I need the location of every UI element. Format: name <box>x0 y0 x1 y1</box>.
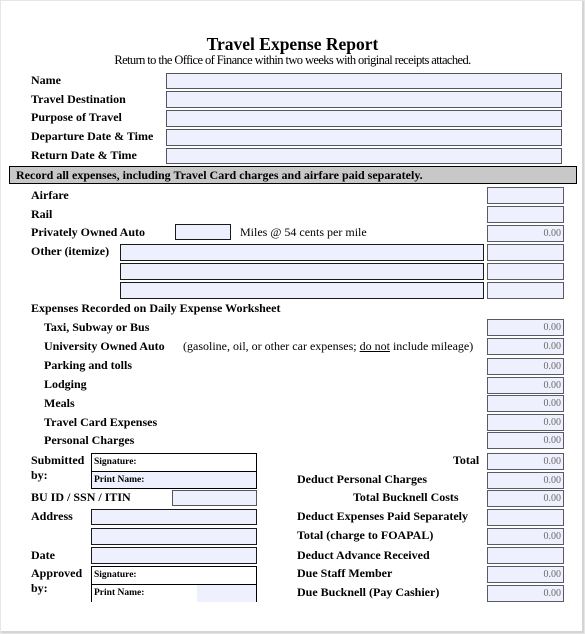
departure-field[interactable] <box>166 129 562 146</box>
university-auto-note: (gasoline, oil, or other car expenses; d… <box>183 339 473 354</box>
personal-charges-amount[interactable]: 0.00 <box>487 432 564 449</box>
total-bucknell-label: Total Bucknell Costs <box>353 490 459 504</box>
other-label: Other (itemize) <box>31 244 110 258</box>
miles-field[interactable] <box>175 224 231 240</box>
signature-label: Signature: <box>94 570 137 580</box>
total-label: Total <box>453 453 480 467</box>
id-field[interactable] <box>172 490 257 506</box>
print-name-label: Print Name: <box>94 475 145 485</box>
date-label: Date <box>31 548 55 562</box>
id-label: BU ID / SSN / ITIN <box>31 490 131 504</box>
airfare-label: Airfare <box>31 188 69 202</box>
parking-label: Parking and tolls <box>44 358 133 372</box>
worksheet-heading: Expenses Recorded on Daily Expense Works… <box>31 301 281 315</box>
other-amount-3[interactable] <box>487 282 564 299</box>
taxi-amount[interactable]: 0.00 <box>487 319 564 336</box>
lodging-amount[interactable]: 0.00 <box>487 377 564 394</box>
departure-label: Departure Date & Time <box>31 129 154 143</box>
meals-amount[interactable]: 0.00 <box>487 395 564 412</box>
other-amount-1[interactable] <box>487 244 564 261</box>
deduct-advance-amount[interactable] <box>487 547 564 564</box>
private-auto-label: Privately Owned Auto <box>31 225 145 239</box>
approver-signature-field[interactable]: Signature: <box>92 567 256 585</box>
private-auto-amount[interactable]: 0.00 <box>487 225 564 242</box>
rail-amount[interactable] <box>487 206 564 223</box>
university-auto-label: University Owned Auto <box>44 339 165 353</box>
total-foapal-amount[interactable]: 0.00 <box>487 528 564 545</box>
deduct-paid-separately-label: Deduct Expenses Paid Separately <box>297 509 468 523</box>
submitted-label: Submitted <box>31 453 85 467</box>
due-bucknell-label: Due Bucknell (Pay Cashier) <box>297 585 440 599</box>
instructions-banner: Record all expenses, including Travel Ca… <box>9 166 577 184</box>
other-amount-2[interactable] <box>487 263 564 280</box>
mileage-rate-text: Miles @ 54 cents per mile <box>240 225 367 239</box>
address-line1-field[interactable] <box>91 509 257 525</box>
travel-card-label: Travel Card Expenses <box>44 415 158 429</box>
total-bucknell-amount[interactable]: 0.00 <box>487 490 564 507</box>
personal-charges-label: Personal Charges <box>44 433 135 447</box>
deduct-paid-separately-amount[interactable] <box>487 509 564 526</box>
travel-card-amount[interactable]: 0.00 <box>487 414 564 431</box>
name-label: Name <box>31 73 61 87</box>
approver-signature-box: Signature: Print Name: <box>91 566 257 602</box>
total-foapal-label: Total (charge to FOAPAL) <box>297 528 434 542</box>
submitter-signature-field[interactable]: Signature: <box>92 454 256 472</box>
submitter-signature-box: Signature: Print Name: <box>91 453 257 489</box>
lodging-label: Lodging <box>44 377 87 391</box>
due-staff-amount[interactable]: 0.00 <box>487 566 564 583</box>
return-field[interactable] <box>166 148 562 164</box>
report-subtitle: Return to the Office of Finance within t… <box>114 53 471 67</box>
other-description-3[interactable] <box>120 282 484 299</box>
meals-label: Meals <box>44 396 75 410</box>
submitter-print-name-field[interactable]: Print Name: <box>92 472 256 488</box>
other-description-1[interactable] <box>120 244 484 261</box>
submitted-by-label: by: <box>31 468 48 482</box>
address-label: Address <box>31 509 73 523</box>
date-field[interactable] <box>91 547 257 564</box>
deduct-advance-label: Deduct Advance Received <box>297 548 430 562</box>
approved-by-label: by: <box>31 581 48 595</box>
report-title: Travel Expense Report <box>206 34 379 54</box>
approved-label: Approved <box>31 566 83 580</box>
parking-amount[interactable]: 0.00 <box>487 358 564 375</box>
other-description-2[interactable] <box>120 263 484 280</box>
due-bucknell-amount[interactable]: 0.00 <box>487 585 564 602</box>
deduct-personal-amount[interactable]: 0.00 <box>487 472 564 489</box>
address-line2-field[interactable] <box>91 528 257 545</box>
note-text: include mileage) <box>389 339 474 353</box>
note-emphasis: do not <box>359 339 390 353</box>
approver-print-name-field[interactable]: Print Name: <box>92 585 256 602</box>
university-auto-amount[interactable]: 0.00 <box>487 338 564 355</box>
taxi-label: Taxi, Subway or Bus <box>44 320 150 334</box>
purpose-label: Purpose of Travel <box>31 110 122 124</box>
signature-label: Signature: <box>94 457 137 467</box>
print-name-label: Print Name: <box>94 588 145 598</box>
total-amount[interactable]: 0.00 <box>487 453 564 470</box>
due-staff-label: Due Staff Member <box>297 566 393 580</box>
travel-destination-label: Travel Destination <box>31 92 126 106</box>
travel-destination-field[interactable] <box>166 91 562 108</box>
deduct-personal-label: Deduct Personal Charges <box>297 472 427 486</box>
rail-label: Rail <box>31 207 53 221</box>
note-text: (gasoline, oil, or other car expenses; <box>183 339 360 353</box>
return-label: Return Date & Time <box>31 148 137 162</box>
airfare-amount[interactable] <box>487 187 564 204</box>
purpose-field[interactable] <box>166 110 562 127</box>
name-field[interactable] <box>166 73 562 89</box>
